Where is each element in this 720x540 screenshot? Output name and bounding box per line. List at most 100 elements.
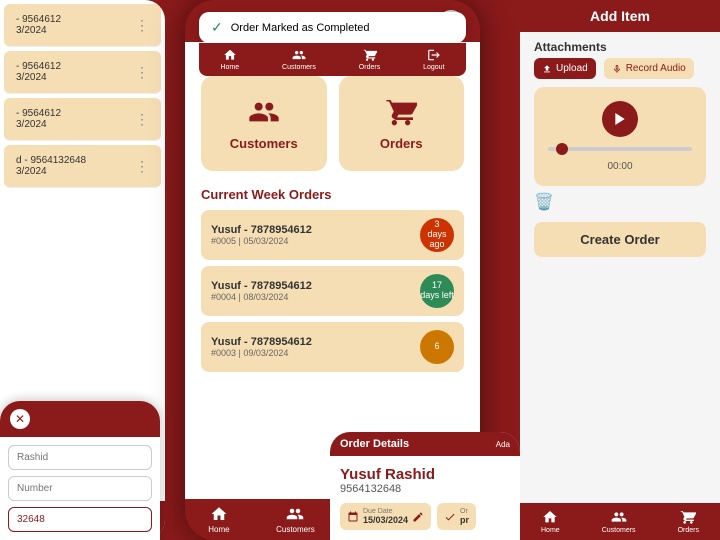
order-name-3: Yusuf - 7878954612 xyxy=(211,336,312,348)
home-nav-home[interactable]: Home xyxy=(208,505,229,534)
delete-icon: 🗑️ xyxy=(534,194,554,211)
number-label-field[interactable] xyxy=(8,476,152,501)
order-phone: - 9564612 xyxy=(16,61,61,72)
more-icon[interactable]: ⋮ xyxy=(135,111,149,128)
notif-nav-orders-label: Orders xyxy=(359,64,380,71)
order-badge-1: 3days ago xyxy=(420,218,454,252)
notification-message: Order Marked as Completed xyxy=(231,22,370,34)
more-icon[interactable]: ⋮ xyxy=(135,158,149,175)
right-nav-home[interactable]: Home xyxy=(541,509,560,534)
spacer xyxy=(520,261,720,503)
order-card-2[interactable]: Yusuf - 7878954612 #0004 | 08/03/2024 17… xyxy=(201,266,464,316)
order-details-content: Yusuf Rashid 9564132648 Due Date 15/03/2… xyxy=(330,456,520,540)
order-id-date-2: #0004 | 08/03/2024 xyxy=(211,292,312,302)
add-item-panel: Add Item Attachments Upload Record Audio… xyxy=(520,0,720,540)
badge-value-2: 17days left xyxy=(420,281,454,301)
list-item[interactable]: - 9564612 3/2024 ⋮ xyxy=(4,4,161,47)
order-date: 3/2024 xyxy=(16,72,61,83)
add-item-header: Add Item xyxy=(520,0,720,32)
orders-section: Current Week Orders Yusuf - 7878954612 #… xyxy=(185,179,480,386)
order-date: 3/2024 xyxy=(16,25,61,36)
order-phone: d - 9564132648 xyxy=(16,155,86,166)
order-status-value: pr xyxy=(460,515,469,525)
orders-section-title: Current Week Orders xyxy=(201,187,464,202)
notif-nav-logout[interactable]: Logout xyxy=(423,48,444,71)
right-nav-customers[interactable]: Customers xyxy=(602,509,636,534)
right-nav-orders-label: Orders xyxy=(678,527,699,534)
order-status-item: Or pr xyxy=(437,503,476,530)
order-details-top: Order Details Ada xyxy=(330,432,520,456)
record-audio-button[interactable]: Record Audio xyxy=(604,58,694,79)
order-badge-2: 17days left xyxy=(420,274,454,308)
customers-button-label: Customers xyxy=(230,136,298,151)
badge-value-1: 3days ago xyxy=(420,220,454,250)
orders-button[interactable]: Orders xyxy=(339,76,465,171)
notif-nav-home-label: Home xyxy=(220,64,239,71)
detail-row: Due Date 15/03/2024 Or pr xyxy=(340,503,510,530)
record-label: Record Audio xyxy=(626,63,686,74)
order-status-label: Or xyxy=(460,508,469,515)
order-details-panel: Order Details Ada Yusuf Rashid 956413264… xyxy=(330,432,520,540)
notification-nav: Home Customers Orders Logout xyxy=(199,43,466,76)
notif-nav-orders[interactable]: Orders xyxy=(359,48,380,71)
delete-button[interactable]: 🗑️ xyxy=(534,192,706,212)
notif-nav-logout-label: Logout xyxy=(423,64,444,71)
play-button[interactable] xyxy=(602,101,638,137)
modal-header: ✕ xyxy=(0,401,160,437)
order-name-1: Yusuf - 7878954612 xyxy=(211,224,312,236)
order-badge-3: 6 xyxy=(420,330,454,364)
notification-overlay: ✓ Order Marked as Completed Home Custome… xyxy=(185,0,480,76)
due-date-item: Due Date 15/03/2024 xyxy=(340,503,431,530)
orders-button-label: Orders xyxy=(380,136,423,151)
home-nav-home-label: Home xyxy=(208,525,229,534)
number-value-field[interactable] xyxy=(8,507,152,532)
check-icon: ✓ xyxy=(211,19,223,36)
audio-player: 00:00 xyxy=(534,87,706,186)
customer-phone: 9564132648 xyxy=(340,483,510,495)
list-item[interactable]: d - 9564132648 3/2024 ⋮ xyxy=(4,145,161,188)
right-nav-orders[interactable]: Orders xyxy=(678,509,699,534)
notif-nav-customers[interactable]: Customers xyxy=(282,48,316,71)
order-date: 3/2024 xyxy=(16,119,61,130)
home-nav-customers-label: Customers xyxy=(276,525,315,534)
left-modal: ✕ xyxy=(0,401,160,540)
attach-buttons: Upload Record Audio xyxy=(520,58,720,87)
home-nav-customers[interactable]: Customers xyxy=(276,505,315,534)
name-field[interactable] xyxy=(8,445,152,470)
upload-button[interactable]: Upload xyxy=(534,58,596,79)
list-item[interactable]: - 9564612 3/2024 ⋮ xyxy=(4,98,161,141)
progress-thumb xyxy=(556,143,568,155)
order-details-user: Ada xyxy=(496,440,510,449)
order-phone: - 9564612 xyxy=(16,14,61,25)
order-date: 3/2024 xyxy=(16,166,86,177)
right-panel-bottom-nav: Home Customers Orders xyxy=(520,503,720,540)
modal-body xyxy=(0,437,160,540)
more-icon[interactable]: ⋮ xyxy=(135,17,149,34)
order-id-date-3: #0003 | 09/03/2024 xyxy=(211,348,312,358)
due-date-label: Due Date xyxy=(363,508,408,515)
right-nav-home-label: Home xyxy=(541,527,560,534)
close-button[interactable]: ✕ xyxy=(10,409,30,429)
badge-value-3: 6 xyxy=(434,342,439,352)
order-card-3[interactable]: Yusuf - 7878954612 #0003 | 09/03/2024 6 xyxy=(201,322,464,372)
more-icon[interactable]: ⋮ xyxy=(135,64,149,81)
order-details-title: Order Details xyxy=(340,438,409,450)
due-date-value: 15/03/2024 xyxy=(363,515,408,525)
home-content: 08/03/2024 Customers Orders Current Week… xyxy=(185,42,480,499)
home-grid-buttons: Customers Orders xyxy=(185,68,480,179)
list-item[interactable]: - 9564612 3/2024 ⋮ xyxy=(4,51,161,94)
notification-box: ✓ Order Marked as Completed xyxy=(199,12,466,43)
order-card-1[interactable]: Yusuf - 7878954612 #0005 | 05/03/2024 3d… xyxy=(201,210,464,260)
attachments-label: Attachments xyxy=(520,32,720,58)
audio-time: 00:00 xyxy=(607,161,632,172)
order-id-date-1: #0005 | 05/03/2024 xyxy=(211,236,312,246)
create-order-button[interactable]: Create Order xyxy=(534,222,706,257)
progress-bar[interactable] xyxy=(548,147,692,151)
right-nav-customers-label: Customers xyxy=(602,527,636,534)
customers-button[interactable]: Customers xyxy=(201,76,327,171)
order-name-2: Yusuf - 7878954612 xyxy=(211,280,312,292)
customer-name: Yusuf Rashid xyxy=(340,466,510,483)
notif-nav-customers-label: Customers xyxy=(282,64,316,71)
upload-label: Upload xyxy=(556,63,588,74)
notif-nav-home[interactable]: Home xyxy=(220,48,239,71)
